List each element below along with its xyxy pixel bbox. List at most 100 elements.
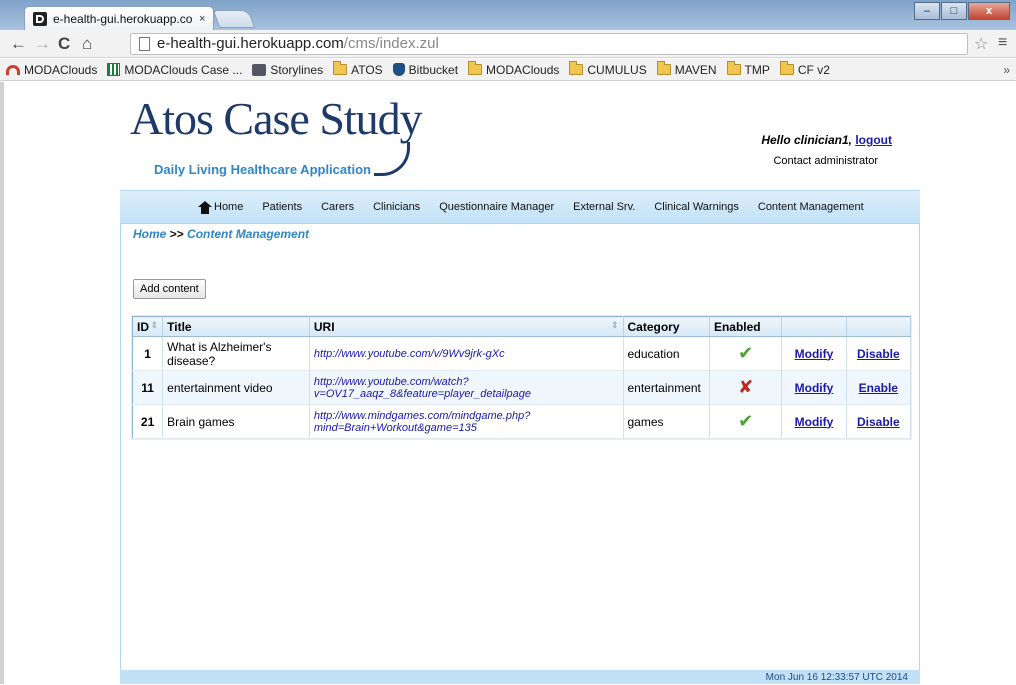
bookmark-item[interactable]: CUMULUS (569, 61, 647, 77)
home-icon[interactable]: ⌂ (82, 34, 92, 54)
home-icon (198, 200, 212, 214)
cell-modify: Modify (781, 404, 847, 439)
nav-carers[interactable]: Carers (321, 201, 354, 213)
table-row[interactable]: 1 What is Alzheimer's disease? http://ww… (132, 336, 912, 371)
table-row[interactable]: 11 entertainment video http://www.youtub… (132, 370, 912, 405)
browser-tab[interactable]: e-health-gui.herokuapp.co × (24, 6, 214, 30)
nav-patients[interactable]: Patients (262, 201, 302, 213)
bookmark-item[interactable]: Storylines (252, 63, 323, 77)
footer-timestamp: Mon Jun 16 12:33:57 UTC 2014 (120, 670, 920, 684)
bookmark-item[interactable]: CF v2 (779, 61, 830, 77)
bookmarks-bar: MODAClouds MODAClouds Case ... Storyline… (0, 59, 1016, 81)
folder-icon (333, 61, 348, 75)
nav-clinical-warnings[interactable]: Clinical Warnings (654, 201, 739, 213)
window-edge (0, 82, 4, 684)
main-content: Home >> Content Management Add content I… (120, 224, 920, 670)
bookmark-item[interactable]: TMP (726, 61, 770, 77)
cell-title: entertainment video (162, 370, 310, 405)
url-host: e-health-gui.herokuapp.com (157, 35, 344, 52)
browser-toolbar: ← → C ⌂ e-health-gui.herokuapp.com/cms/i… (0, 30, 1016, 58)
bookmark-item[interactable]: MODAClouds Case ... (107, 63, 242, 77)
folder-icon (468, 61, 483, 75)
bookmark-item[interactable]: Bitbucket (392, 63, 458, 77)
sort-icon: ⇕ (610, 320, 619, 330)
cell-title: Brain games (162, 404, 310, 439)
cell-category: entertainment (623, 370, 710, 405)
cell-modify: Modify (781, 370, 847, 405)
bookmark-item[interactable]: MAVEN (656, 61, 717, 77)
disable-link[interactable]: Disable (857, 415, 900, 429)
close-window-button[interactable]: x (968, 2, 1010, 20)
column-header-category[interactable]: Category (623, 316, 710, 337)
cell-uri[interactable]: http://www.mindgames.com/mindgame.php?mi… (309, 404, 624, 439)
cell-category: education (623, 336, 710, 371)
column-header-modify (781, 316, 847, 337)
contact-admin-link[interactable]: Contact administrator (773, 155, 878, 167)
breadcrumb: Home >> Content Management (133, 227, 309, 241)
nav-clinicians[interactable]: Clinicians (373, 201, 420, 213)
nav-content-management[interactable]: Content Management (758, 201, 864, 213)
cell-title: What is Alzheimer's disease? (162, 336, 310, 371)
cell-toggle: Disable (846, 404, 912, 439)
column-header-title[interactable]: Title (162, 316, 310, 337)
cell-uri[interactable]: http://www.youtube.com/v/9Wv9jrk-gXc (309, 336, 624, 371)
breadcrumb-separator: >> (169, 227, 184, 241)
chrome-menu-icon[interactable]: ≡ (998, 34, 1007, 52)
column-header-uri[interactable]: URI ⇕ (309, 316, 624, 337)
breadcrumb-current: Content Management (187, 227, 310, 241)
folder-icon (569, 61, 584, 75)
maximize-button[interactable]: □ (941, 2, 967, 20)
logo-swoosh-icon (374, 142, 410, 176)
bookmark-item[interactable]: MODAClouds (6, 63, 97, 77)
disable-link[interactable]: Disable (857, 347, 900, 361)
modify-link[interactable]: Modify (795, 381, 834, 395)
nav-home[interactable]: Home (198, 200, 243, 214)
cell-id: 21 (132, 404, 164, 439)
app-header: Atos Case Study Daily Living Healthcare … (120, 82, 920, 187)
storyline-icon (252, 63, 267, 76)
logout-link[interactable]: logout (855, 133, 892, 147)
column-header-id[interactable]: ID ⇕ (132, 316, 164, 337)
breadcrumb-home[interactable]: Home (133, 227, 166, 241)
enabled-check-icon: ✔ (709, 404, 783, 439)
enable-link[interactable]: Enable (859, 381, 898, 395)
app-container: Atos Case Study Daily Living Healthcare … (120, 82, 920, 684)
add-content-button[interactable]: Add content (133, 279, 206, 299)
user-greeting: Hello clinician1, logout (761, 133, 892, 147)
app-subtitle: Daily Living Healthcare Application (154, 162, 371, 177)
cell-uri[interactable]: http://www.youtube.com/watch?v=OV17_aaqz… (309, 370, 624, 405)
more-bookmarks-icon[interactable]: » (1003, 63, 1010, 77)
nav-external-srv[interactable]: External Srv. (573, 201, 635, 213)
nav-questionnaire-manager[interactable]: Questionnaire Manager (439, 201, 554, 213)
address-bar[interactable]: e-health-gui.herokuapp.com/cms/index.zul (130, 33, 968, 55)
tab-close-icon[interactable]: × (199, 13, 205, 25)
minimize-button[interactable]: – (914, 2, 940, 20)
cell-category: games (623, 404, 710, 439)
bookmark-item[interactable]: ATOS (333, 61, 383, 77)
new-tab-button[interactable] (212, 10, 256, 28)
tab-title: e-health-gui.herokuapp.co (53, 11, 193, 26)
folder-icon (726, 61, 741, 75)
app-title: Atos Case Study (130, 93, 423, 144)
content-table: ID ⇕ Title URI ⇕ Category Enabled 1 What i… (132, 316, 912, 439)
modify-link[interactable]: Modify (795, 347, 834, 361)
disabled-cross-icon: ✘ (709, 370, 783, 405)
bookmark-item[interactable]: MODAClouds (468, 61, 559, 77)
cell-id: 1 (132, 336, 164, 371)
window-controls: – □ x (913, 2, 1010, 20)
folder-icon (656, 61, 671, 75)
modify-link[interactable]: Modify (795, 415, 834, 429)
back-arrow-icon[interactable]: ← (10, 34, 27, 54)
bitbucket-icon (392, 63, 405, 76)
bookmark-star-icon[interactable]: ☆ (974, 34, 988, 54)
reload-icon[interactable]: C (58, 34, 70, 54)
table-row[interactable]: 21 Brain games http://www.mindgames.com/… (132, 404, 912, 439)
cell-toggle: Enable (846, 370, 912, 405)
column-header-toggle (846, 316, 912, 337)
cell-id: 11 (132, 370, 164, 405)
modaclouds-icon (6, 64, 20, 75)
forward-arrow-icon[interactable]: → (34, 34, 51, 54)
column-header-enabled[interactable]: Enabled (709, 316, 783, 337)
main-nav: Home Patients Carers Clinicians Question… (120, 190, 920, 224)
cell-modify: Modify (781, 336, 847, 371)
